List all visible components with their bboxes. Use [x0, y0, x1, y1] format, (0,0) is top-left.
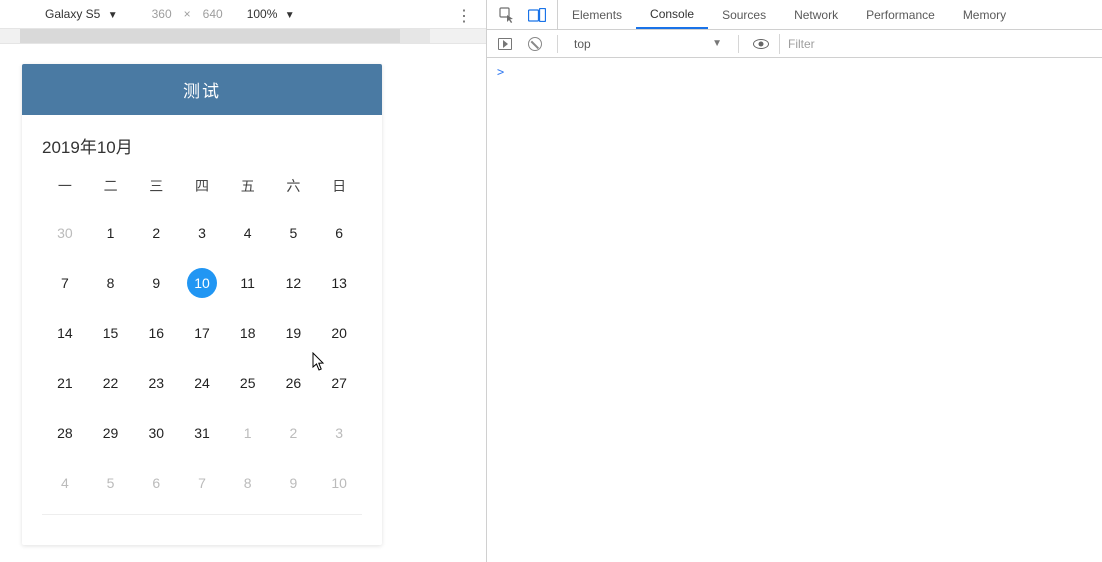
- calendar-day[interactable]: 15: [88, 320, 134, 346]
- device-preview: 测试 2019年10月 一二三四五六日301234567891011121314…: [0, 44, 486, 562]
- viewport-width[interactable]: 360: [152, 7, 172, 21]
- calendar-weekday: 四: [179, 176, 225, 196]
- zoom-label: 100%: [247, 7, 278, 21]
- tab-sources[interactable]: Sources: [708, 0, 780, 29]
- calendar-divider: [42, 514, 362, 515]
- tab-memory[interactable]: Memory: [949, 0, 1020, 29]
- app-header: 测试: [22, 64, 382, 115]
- tab-network[interactable]: Network: [780, 0, 852, 29]
- toggle-device-icon[interactable]: [523, 0, 551, 30]
- calendar-day[interactable]: 7: [42, 270, 88, 296]
- calendar-day[interactable]: 1: [88, 220, 134, 246]
- calendar-day[interactable]: 18: [225, 320, 271, 346]
- calendar-day[interactable]: 4: [42, 470, 88, 496]
- console-prompt: >: [497, 65, 504, 79]
- calendar-day[interactable]: 16: [133, 320, 179, 346]
- calendar-weekday: 五: [225, 176, 271, 196]
- console-body[interactable]: >: [487, 58, 1102, 562]
- calendar-day[interactable]: 30: [133, 420, 179, 446]
- viewport-height[interactable]: 640: [203, 7, 223, 21]
- calendar-day[interactable]: 9: [271, 470, 317, 496]
- calendar-weekday: 三: [133, 176, 179, 196]
- calendar-title: 2019年10月: [42, 133, 362, 158]
- chevron-down-icon: ▼: [285, 10, 295, 21]
- zoom-select[interactable]: 100% ▼: [247, 7, 295, 21]
- calendar: 2019年10月 一二三四五六日301234567891011121314151…: [22, 115, 382, 545]
- device-select[interactable]: Galaxy S5 ▼: [45, 7, 118, 21]
- calendar-day[interactable]: 3: [179, 220, 225, 246]
- calendar-day[interactable]: 2: [133, 220, 179, 246]
- calendar-day[interactable]: 5: [271, 220, 317, 246]
- clear-console-icon[interactable]: [523, 30, 547, 58]
- devtools-panel: ElementsConsoleSourcesNetworkPerformance…: [487, 0, 1102, 562]
- calendar-day[interactable]: 12: [271, 270, 317, 296]
- calendar-day[interactable]: 31: [179, 420, 225, 446]
- calendar-day[interactable]: 10: [316, 470, 362, 496]
- console-toolbar: top ▼: [487, 30, 1102, 58]
- calendar-day[interactable]: 24: [179, 370, 225, 396]
- calendar-day[interactable]: 1: [225, 420, 271, 446]
- chevron-down-icon: ▼: [108, 10, 118, 21]
- calendar-day[interactable]: 17: [179, 320, 225, 346]
- calendar-day[interactable]: 13: [316, 270, 362, 296]
- calendar-weekday: 二: [88, 176, 134, 196]
- calendar-day[interactable]: 23: [133, 370, 179, 396]
- calendar-day[interactable]: 21: [42, 370, 88, 396]
- devtools-tabs: ElementsConsoleSourcesNetworkPerformance…: [487, 0, 1102, 30]
- calendar-day[interactable]: 28: [42, 420, 88, 446]
- calendar-day[interactable]: 2: [271, 420, 317, 446]
- tab-performance[interactable]: Performance: [852, 0, 949, 29]
- calendar-weekday: 六: [271, 176, 317, 196]
- tab-console[interactable]: Console: [636, 0, 708, 29]
- app-title: 测试: [183, 82, 221, 101]
- context-label: top: [574, 37, 591, 51]
- live-expression-icon[interactable]: [749, 30, 773, 58]
- device-name-label: Galaxy S5: [45, 7, 100, 21]
- calendar-day[interactable]: 20: [316, 320, 362, 346]
- calendar-day[interactable]: 3: [316, 420, 362, 446]
- dimension-separator: ×: [184, 7, 191, 21]
- calendar-day[interactable]: 10: [187, 268, 217, 298]
- calendar-day[interactable]: 26: [271, 370, 317, 396]
- toggle-sidebar-icon[interactable]: [493, 30, 517, 58]
- calendar-day[interactable]: 25: [225, 370, 271, 396]
- calendar-day[interactable]: 8: [225, 470, 271, 496]
- context-select[interactable]: top ▼: [568, 37, 728, 51]
- calendar-day[interactable]: 29: [88, 420, 134, 446]
- calendar-day[interactable]: 14: [42, 320, 88, 346]
- calendar-day[interactable]: 19: [271, 320, 317, 346]
- calendar-weekday: 一: [42, 176, 88, 196]
- filter-input[interactable]: [779, 34, 1096, 54]
- kebab-menu-icon[interactable]: ⋮: [456, 6, 472, 26]
- calendar-day[interactable]: 22: [88, 370, 134, 396]
- device-toolbar: Galaxy S5 ▼ 360 × 640 100% ▼ ⋮: [0, 0, 486, 28]
- calendar-day[interactable]: 6: [316, 220, 362, 246]
- calendar-day[interactable]: 7: [179, 470, 225, 496]
- calendar-day[interactable]: 27: [316, 370, 362, 396]
- calendar-weekday: 日: [316, 176, 362, 196]
- calendar-day[interactable]: 6: [133, 470, 179, 496]
- calendar-day[interactable]: 5: [88, 470, 134, 496]
- calendar-day[interactable]: 4: [225, 220, 271, 246]
- calendar-day[interactable]: 30: [42, 220, 88, 246]
- device-ruler: [0, 28, 486, 44]
- device-frame: 测试 2019年10月 一二三四五六日301234567891011121314…: [22, 64, 382, 545]
- calendar-day[interactable]: 9: [133, 270, 179, 296]
- calendar-day[interactable]: 11: [225, 270, 271, 296]
- inspect-icon[interactable]: [493, 0, 521, 30]
- calendar-grid: 一二三四五六日301234567891011121314151617181920…: [42, 176, 362, 496]
- calendar-day[interactable]: 8: [88, 270, 134, 296]
- tab-elements[interactable]: Elements: [558, 0, 636, 29]
- chevron-down-icon: ▼: [712, 38, 722, 49]
